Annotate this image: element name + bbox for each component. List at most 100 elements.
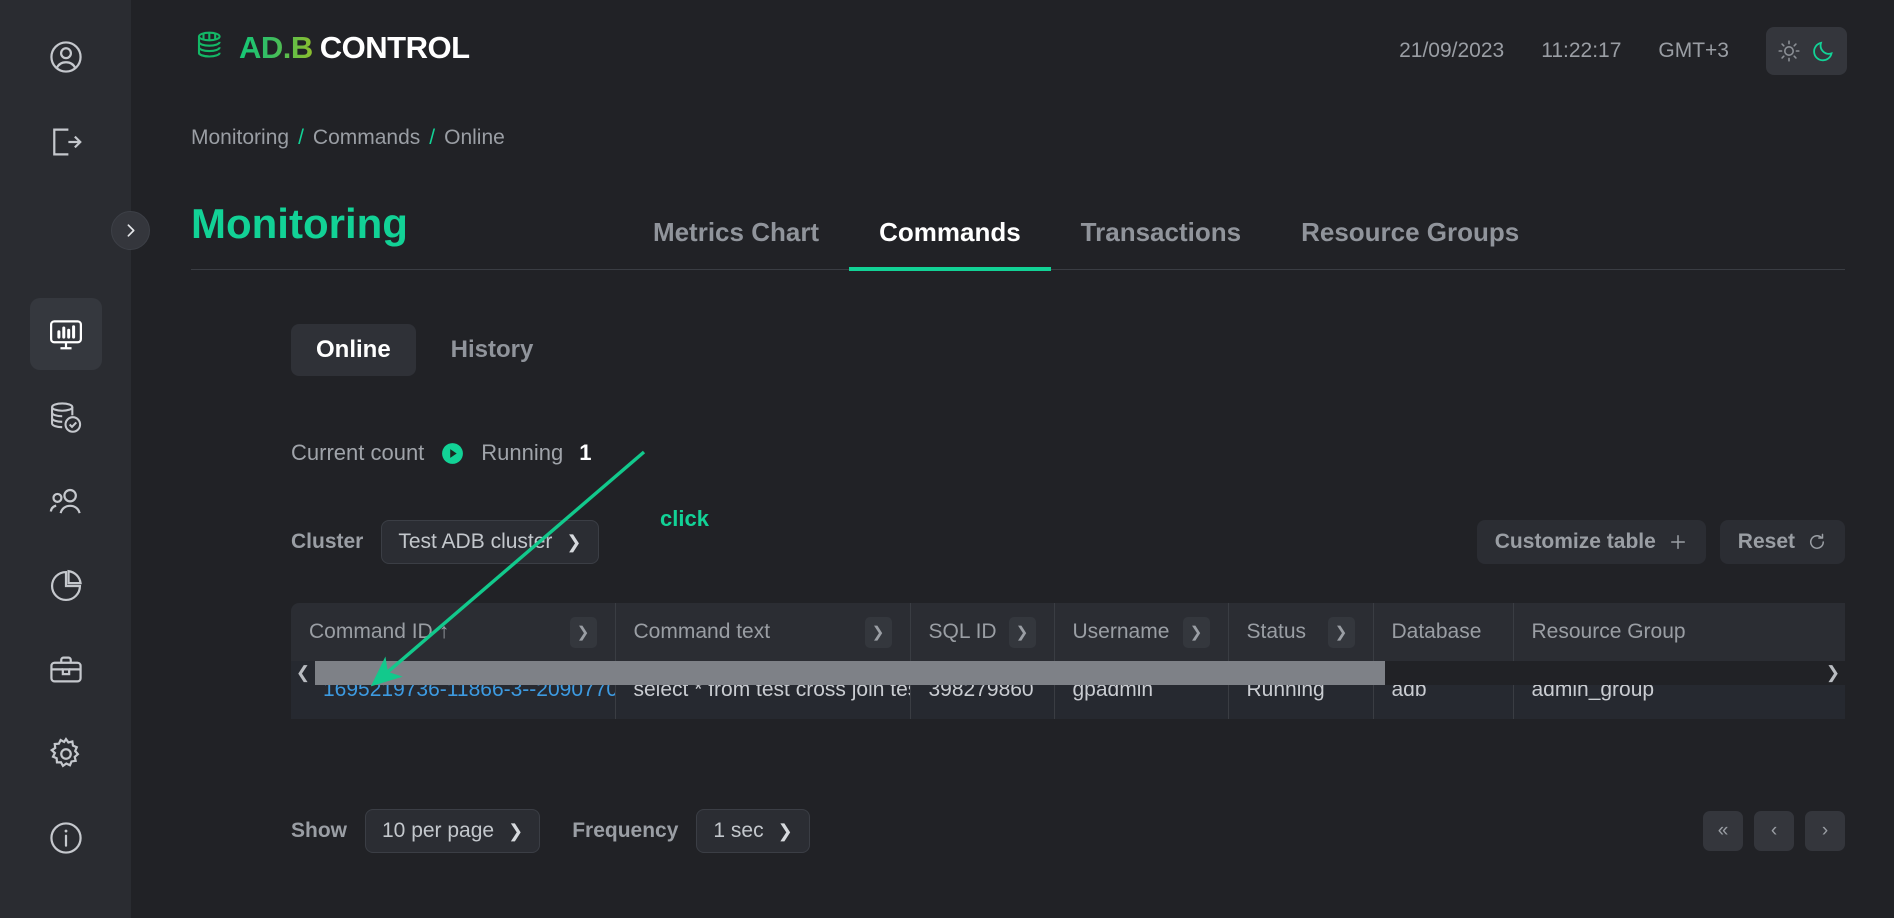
- column-label-database: Database: [1391, 620, 1482, 643]
- info-circle-icon: [49, 822, 82, 854]
- database-logo-icon: [197, 31, 221, 58]
- column-header-command-text[interactable]: Command text ❯: [615, 603, 911, 661]
- scrollbar-thumb[interactable]: [315, 661, 1385, 685]
- filter-row: Cluster Test ADB cluster ❯ Customize tab…: [291, 520, 1845, 564]
- current-count-value: 1: [579, 440, 592, 465]
- table-footer: Show 10 per page ❯ Frequency 1 sec ❯ « ‹…: [291, 807, 1845, 855]
- monitor-chart-icon: [49, 320, 82, 350]
- breadcrumb-separator: /: [298, 126, 304, 149]
- cluster-label: Cluster: [291, 530, 364, 553]
- tab-commands[interactable]: Commands: [849, 217, 1051, 271]
- tab-transactions[interactable]: Transactions: [1051, 217, 1271, 271]
- next-page-button[interactable]: ›: [1805, 811, 1845, 851]
- breadcrumb-item-commands[interactable]: Commands: [313, 126, 420, 150]
- current-count-row: Current count Running 1: [291, 440, 592, 466]
- briefcase-icon: [49, 656, 82, 683]
- prev-page-button[interactable]: ‹: [1754, 811, 1794, 851]
- sidebar-item-settings[interactable]: [30, 718, 102, 790]
- breadcrumb: Monitoring / Commands / Online: [191, 126, 505, 150]
- reset-button[interactable]: Reset: [1719, 520, 1845, 564]
- logo-control-text: CONTROL: [319, 29, 470, 65]
- chevron-right-icon: ❯: [566, 532, 582, 552]
- frequency-label: Frequency: [572, 819, 679, 842]
- breadcrumb-item-monitoring[interactable]: Monitoring: [191, 126, 289, 150]
- sidebar-top-group: [30, 21, 102, 178]
- logo-adb-text: AD.B: [239, 29, 313, 65]
- timezone: GMT+3: [1658, 39, 1729, 62]
- customize-table-label: Customize table: [1494, 530, 1656, 553]
- sidebar-item-profile[interactable]: [30, 21, 102, 93]
- reset-icon: [1810, 533, 1824, 549]
- sidebar-item-info[interactable]: [30, 802, 102, 874]
- sidebar-expand-button[interactable]: [111, 211, 150, 250]
- table-actions: Customize table Reset: [1476, 520, 1845, 564]
- plus-icon: [1670, 535, 1685, 549]
- current-count-label: Current count: [291, 440, 425, 465]
- logout-icon: [52, 128, 82, 156]
- sun-icon[interactable]: [1777, 39, 1801, 63]
- column-menu-chevron-icon[interactable]: ❯: [1182, 616, 1210, 648]
- chevron-right-icon: [127, 224, 135, 237]
- column-header-command-id[interactable]: Command ID ↑ ❯: [291, 603, 616, 661]
- tab-metrics-chart[interactable]: Metrics Chart: [623, 217, 849, 271]
- sidebar-item-users[interactable]: [30, 466, 102, 538]
- cluster-select-value: Test ADB cluster: [398, 530, 553, 553]
- page-size-select[interactable]: 10 per page ❯: [365, 809, 541, 853]
- breadcrumb-separator: /: [429, 126, 436, 149]
- users-icon: [49, 488, 81, 514]
- database-check-icon: [50, 402, 81, 433]
- page-size-value: 10 per page: [382, 819, 495, 842]
- scroll-left-button[interactable]: ❮: [291, 661, 315, 685]
- topbar: AD.B CONTROL 21/09/2023 11:22:17 GMT+3: [131, 0, 1894, 103]
- sort-asc-icon[interactable]: ↑: [439, 620, 450, 643]
- customize-table-button[interactable]: Customize table: [1476, 520, 1706, 564]
- gear-icon: [49, 737, 79, 768]
- header-right-group: 21/09/2023 11:22:17 GMT+3: [1399, 27, 1847, 75]
- sidebar-nav-group: [29, 298, 102, 874]
- scrollbar-track[interactable]: [315, 661, 1845, 685]
- page-title: Monitoring: [191, 200, 408, 247]
- column-header-status[interactable]: Status ❯: [1228, 603, 1374, 661]
- column-header-resource-group[interactable]: Resource Group: [1513, 603, 1845, 661]
- frequency-select[interactable]: 1 sec ❯: [696, 809, 810, 853]
- column-menu-chevron-icon[interactable]: ❯: [1327, 616, 1355, 648]
- subtab-online[interactable]: Online: [291, 324, 416, 376]
- pie-chart-icon: [50, 569, 82, 602]
- frequency-value: 1 sec: [713, 819, 764, 842]
- scroll-right-button[interactable]: ❯: [1821, 661, 1845, 685]
- click-annotation-label: click: [660, 506, 709, 531]
- play-circle-icon: [442, 442, 464, 464]
- tab-resource-groups[interactable]: Resource Groups: [1271, 217, 1549, 271]
- column-menu-chevron-icon[interactable]: ❯: [569, 616, 597, 648]
- sidebar-item-databases[interactable]: [30, 382, 102, 454]
- page-header-row: Monitoring Metrics Chart Commands Transa…: [191, 175, 1845, 271]
- column-header-username[interactable]: Username ❯: [1054, 603, 1229, 661]
- table-header-row: Command ID ↑ ❯ Command text ❯ SQL ID ❯ U…: [291, 603, 1845, 661]
- app-logo[interactable]: AD.B CONTROL: [191, 26, 470, 68]
- column-header-database[interactable]: Database: [1373, 603, 1514, 661]
- cluster-select[interactable]: Test ADB cluster ❯: [381, 520, 599, 564]
- column-label-command-id: Command ID: [309, 620, 433, 643]
- sidebar-item-workloads[interactable]: [30, 634, 102, 706]
- column-header-sql-id[interactable]: SQL ID ❯: [910, 603, 1055, 661]
- sidebar-item-monitoring[interactable]: [29, 298, 102, 370]
- column-label-command-text: Command text: [633, 620, 771, 643]
- current-date: 21/09/2023: [1399, 39, 1505, 62]
- moon-icon[interactable]: [1812, 39, 1836, 63]
- sidebar-item-logout[interactable]: [30, 106, 102, 178]
- sidebar-item-reports[interactable]: [30, 550, 102, 622]
- column-menu-chevron-icon[interactable]: ❯: [1008, 616, 1036, 648]
- main-content: AD.B CONTROL 21/09/2023 11:22:17 GMT+3 Mo…: [131, 0, 1894, 918]
- column-label-username: Username: [1072, 620, 1170, 643]
- sidebar: [0, 0, 131, 918]
- table-horizontal-scrollbar[interactable]: ❮ ❯: [291, 661, 1845, 685]
- theme-toggle[interactable]: [1766, 27, 1847, 75]
- column-menu-chevron-icon[interactable]: ❯: [864, 616, 892, 648]
- reset-label: Reset: [1737, 530, 1795, 553]
- breadcrumb-item-online[interactable]: Online: [444, 126, 505, 150]
- pagination: « ‹ ›: [1703, 811, 1845, 851]
- subtab-history[interactable]: History: [426, 324, 559, 376]
- first-page-button[interactable]: «: [1703, 811, 1743, 851]
- chevron-right-icon: ❯: [508, 821, 524, 841]
- current-time: 11:22:17: [1541, 39, 1622, 62]
